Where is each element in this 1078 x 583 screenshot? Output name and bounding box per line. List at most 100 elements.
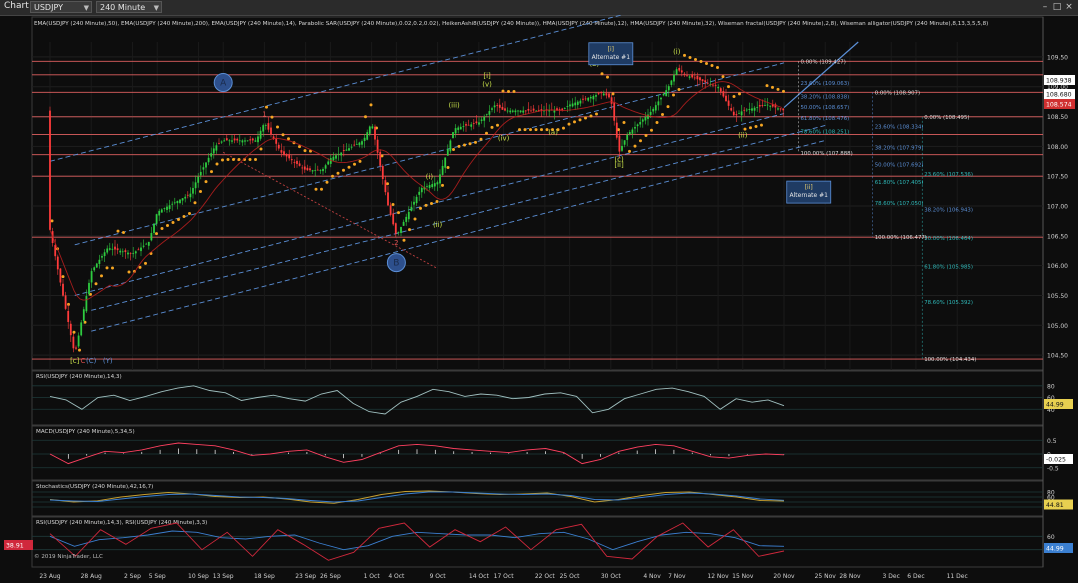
fib-label: 78.60% (107.050) (875, 201, 924, 207)
candle-body (49, 110, 51, 230)
candle-body (459, 126, 462, 130)
wave-label: (v) (482, 81, 492, 89)
fib-label: 0.00% (108.495) (924, 115, 969, 121)
candle-body (288, 154, 291, 159)
x-tick-label: 7 Nov (668, 573, 686, 580)
candle-body (98, 259, 101, 264)
candle-body (93, 267, 96, 271)
candle-body (249, 139, 252, 141)
candle-body (712, 84, 714, 86)
candle-body (561, 108, 564, 110)
candle-body (472, 123, 475, 124)
x-tick-label: 4 Oct (388, 573, 405, 580)
value-tag-label: 44.99 (1046, 546, 1064, 553)
candle-body (566, 106, 569, 107)
interval-selector[interactable]: 240 Minute ▼ (96, 1, 162, 13)
candle-body (751, 108, 753, 111)
close-icon[interactable]: × (1064, 2, 1074, 12)
y-tick-label: 105.00 (1047, 323, 1068, 330)
candle-body (293, 161, 296, 163)
fib-label: 0.00% (108.907) (875, 90, 920, 96)
candle-body (714, 84, 717, 86)
x-tick-label: 23 Sep (295, 573, 316, 580)
candle-body (436, 182, 439, 185)
candle-body (548, 110, 551, 112)
sar-dot (116, 229, 120, 233)
sar-dot (188, 212, 191, 216)
x-tick-label: 13 Sep (213, 573, 234, 580)
symbol-selector[interactable]: USDJPY ▼ (30, 1, 92, 13)
candle-body (634, 127, 636, 129)
candle-body (121, 251, 124, 253)
sar-dot (281, 133, 285, 137)
candle-body (371, 126, 374, 129)
value-tag-label: -0.025 (1046, 457, 1066, 464)
wave-label: (a) (548, 128, 558, 136)
wave-label: (iii) (448, 102, 460, 110)
candle-body (379, 151, 382, 166)
maximize-icon[interactable]: □ (1052, 2, 1062, 12)
candle-body (623, 140, 626, 145)
sar-dot (688, 56, 692, 60)
candle-body (394, 223, 397, 234)
sar-dot (105, 266, 109, 270)
sar-dot (710, 63, 714, 67)
candle-body (296, 160, 298, 164)
candle-body (686, 75, 688, 77)
candle-body (283, 151, 285, 155)
sar-dot (468, 142, 472, 146)
candle-body (205, 162, 207, 168)
sar-dot (661, 113, 664, 117)
candle-body (688, 76, 691, 78)
candle-body (420, 187, 423, 193)
sar-dot (578, 118, 582, 122)
sar-dot (446, 165, 450, 169)
candle-body (761, 105, 764, 106)
x-tick-label: 18 Sep (254, 573, 275, 580)
candle-body (145, 243, 148, 245)
x-tick-label: 4 Nov (643, 573, 661, 580)
wave-label: (Y) (103, 357, 113, 365)
candle-body (59, 268, 62, 283)
minimize-icon[interactable]: – (1040, 2, 1050, 12)
chart-area[interactable]: EMA(USDJPY (240 Minute),50), EMA(USDJPY … (0, 15, 1078, 583)
x-tick-label: 15 Nov (732, 573, 754, 580)
candle-body (667, 86, 670, 91)
indicator-line (49, 385, 785, 415)
candle-body (764, 105, 766, 107)
candle-body (166, 206, 168, 210)
window-title: Chart (4, 1, 29, 11)
trend-channel (49, 15, 859, 332)
sar-dot (721, 75, 725, 79)
value-tag-label: 44.81 (1046, 502, 1064, 509)
wave-label: (i) (426, 173, 434, 181)
x-tick-label: 30 Oct (601, 573, 622, 580)
sar-dot (655, 120, 659, 124)
sar-dot (518, 128, 521, 132)
indicator-header: EMA(USDJPY (240 Minute),50), EMA(USDJPY … (34, 21, 988, 27)
sar-dot (727, 85, 730, 89)
wave-label: (iv) (498, 134, 510, 142)
x-tick-label: 12 Nov (707, 573, 729, 580)
candle-body (186, 194, 189, 196)
channel-line (74, 62, 785, 246)
panel-y-tick: -0.5 (1047, 465, 1059, 472)
candle-body (236, 138, 239, 141)
sar-dot (215, 162, 219, 166)
candle-body (111, 248, 114, 250)
sar-dot (78, 348, 81, 352)
y-tick-label: 108.00 (1047, 144, 1068, 151)
candle-body (600, 91, 603, 94)
candle-body (264, 124, 267, 126)
fib-label: 78.60% (108.251) (800, 129, 849, 135)
alternate-box-text: Alternate #1 (592, 54, 631, 61)
sar-dot (611, 92, 615, 96)
candle-body (649, 111, 652, 115)
candle-body (626, 134, 629, 140)
sar-dot (595, 112, 598, 116)
candle-body (732, 111, 735, 116)
sar-dot (199, 190, 202, 194)
candle-body (189, 193, 192, 198)
y-tick-label: 106.00 (1047, 263, 1068, 270)
wave-label: (ii) (738, 131, 748, 139)
